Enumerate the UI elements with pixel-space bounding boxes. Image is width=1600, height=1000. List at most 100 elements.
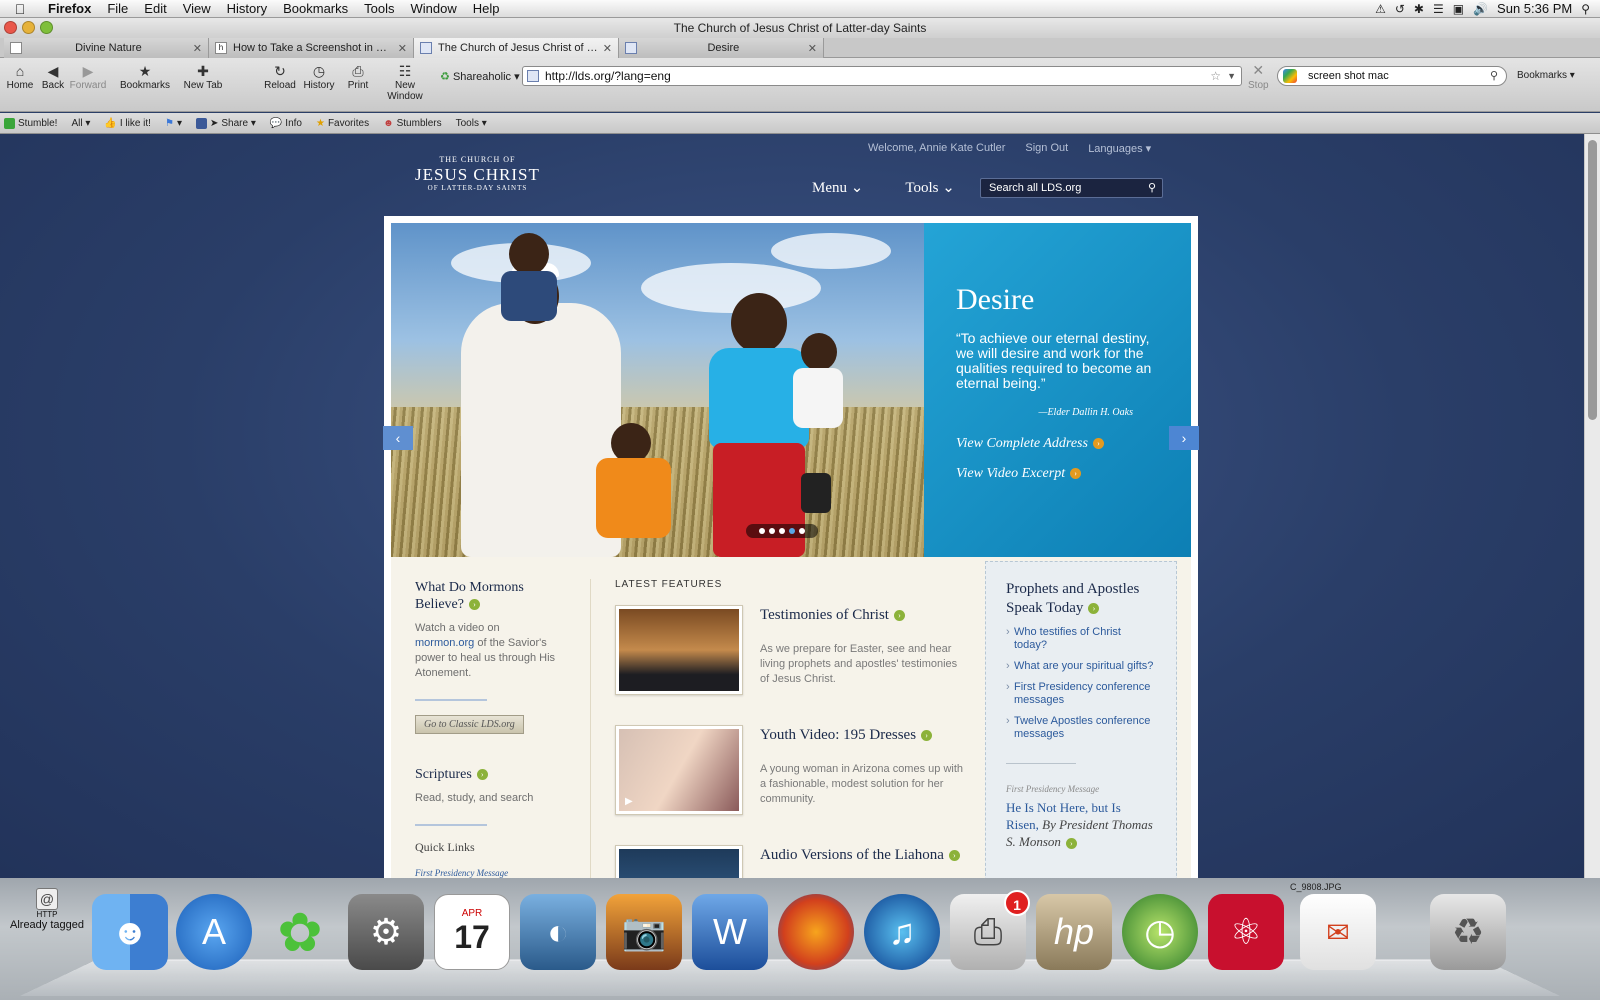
- quick-link-item[interactable]: First Presidency Message: [415, 868, 565, 878]
- tab-desire[interactable]: Desire ✕: [619, 38, 824, 58]
- app-store-icon[interactable]: A: [176, 894, 252, 970]
- sign-out-link[interactable]: Sign Out: [1025, 142, 1068, 155]
- time-machine-icon[interactable]: ◷: [1122, 894, 1198, 970]
- url-bar[interactable]: http://lds.org/?lang=eng ☆ ▼: [522, 66, 1242, 86]
- itunes-icon[interactable]: ♫: [864, 894, 940, 970]
- tab-screenshot-howto[interactable]: h How to Take a Screenshot in Ma... ✕: [209, 38, 414, 58]
- stop-button[interactable]: ✕ Stop: [1248, 62, 1269, 91]
- classic-lds-button[interactable]: Go to Classic LDS.org: [415, 715, 524, 734]
- printer-icon[interactable]: ⎙ 1: [950, 890, 1030, 970]
- menu-view[interactable]: View: [175, 1, 219, 16]
- menubar-clock[interactable]: Sun 5:36 PM: [1497, 1, 1572, 16]
- url-dropdown-icon[interactable]: ▼: [1227, 67, 1236, 85]
- feature-thumbnail[interactable]: ▶: [615, 725, 743, 815]
- carousel-dot[interactable]: [759, 528, 765, 534]
- prophets-apostles-link[interactable]: Prophets and Apostles Speak Today ›: [1006, 580, 1156, 618]
- adobe-reader-icon[interactable]: ⚛: [1208, 894, 1284, 970]
- carousel-dot[interactable]: [779, 528, 785, 534]
- bluetooth-icon[interactable]: ✱: [1414, 2, 1424, 16]
- wifi-icon[interactable]: ☰: [1433, 2, 1444, 16]
- carousel-dot-active[interactable]: [789, 528, 795, 534]
- menu-app-firefox[interactable]: Firefox: [40, 1, 99, 16]
- spotlight-search-icon[interactable]: ⚲: [1581, 2, 1590, 16]
- back-button[interactable]: ◀ Back: [40, 62, 66, 91]
- mormons-believe-link[interactable]: What Do Mormons Believe? ›: [415, 579, 565, 613]
- firefox-icon[interactable]: [778, 894, 854, 970]
- search-bar[interactable]: screen shot mac ⚲: [1277, 66, 1507, 86]
- alert-icon[interactable]: ⚠: [1375, 2, 1386, 16]
- reload-button[interactable]: ↻ Reload: [264, 62, 296, 91]
- window-minimize-button[interactable]: [22, 21, 35, 34]
- menu-tools[interactable]: Tools: [356, 1, 402, 16]
- play-icon[interactable]: ▶: [625, 796, 633, 807]
- documents-stack-icon[interactable]: ✉: [1300, 894, 1376, 970]
- search-icon[interactable]: ⚲: [1490, 67, 1498, 85]
- site-identity-icon[interactable]: [527, 70, 539, 82]
- carousel-next-button[interactable]: ›: [1169, 426, 1199, 450]
- carousel-dot[interactable]: [769, 528, 775, 534]
- google-search-engine-icon[interactable]: [1283, 69, 1297, 83]
- all-dropdown[interactable]: All ▾: [71, 118, 90, 129]
- tools-dropdown[interactable]: Tools ▾: [456, 118, 487, 129]
- carousel-prev-button[interactable]: ‹: [383, 426, 413, 450]
- menu-bookmarks[interactable]: Bookmarks: [275, 1, 356, 16]
- mormon-org-link[interactable]: mormon.org: [415, 637, 474, 649]
- microsoft-word-icon[interactable]: W: [692, 894, 768, 970]
- system-preferences-icon[interactable]: ⚙: [348, 894, 424, 970]
- menu-window[interactable]: Window: [403, 1, 465, 16]
- url-text[interactable]: http://lds.org/?lang=eng: [545, 69, 671, 83]
- tab-close-icon[interactable]: ✕: [603, 42, 612, 55]
- tab-lds-active[interactable]: The Church of Jesus Christ of L... ✕: [414, 38, 619, 58]
- message-title-link[interactable]: He Is Not Here, but Is Risen, By Preside…: [1006, 799, 1156, 850]
- apple-logo-icon[interactable]: : [0, 1, 40, 17]
- print-button[interactable]: ⎙ Print: [346, 62, 370, 91]
- sidebar-link[interactable]: Who testifies of Christ today?: [1006, 626, 1156, 652]
- bookmark-star-icon[interactable]: ☆: [1210, 67, 1221, 85]
- image-capture-icon[interactable]: 📷: [606, 894, 682, 970]
- view-complete-address-link[interactable]: View Complete Address ›: [956, 436, 1159, 452]
- family-photo[interactable]: [391, 223, 924, 557]
- carousel-dot[interactable]: [799, 528, 805, 534]
- display-icon[interactable]: ▣: [1453, 2, 1464, 16]
- favorites-button[interactable]: ★ Favorites: [316, 118, 369, 129]
- sidebar-link[interactable]: Twelve Apostles conference messages: [1006, 715, 1156, 741]
- search-icon[interactable]: ⚲: [1148, 179, 1156, 197]
- iphoto-icon[interactable]: ◐: [520, 894, 596, 970]
- menu-file[interactable]: File: [99, 1, 136, 16]
- hp-utility-icon[interactable]: hp: [1036, 894, 1112, 970]
- feature-thumbnail[interactable]: [615, 605, 743, 695]
- bookmarks-menu-button[interactable]: Bookmarks ▾: [1517, 70, 1575, 81]
- forward-button[interactable]: ▶ Forward: [68, 62, 108, 91]
- finder-icon[interactable]: ☻: [92, 894, 168, 970]
- volume-icon[interactable]: 🔊: [1473, 2, 1488, 16]
- scrollbar-thumb[interactable]: [1588, 140, 1597, 420]
- tag-dropdown[interactable]: ⚑ ▾: [165, 118, 182, 129]
- like-button[interactable]: 👍 I like it!: [104, 118, 151, 129]
- calendar-icon[interactable]: APR 17: [434, 894, 510, 970]
- lds-logo[interactable]: THE CHURCH OF JESUS CHRIST OF LATTER-DAY…: [415, 156, 540, 192]
- menu-edit[interactable]: Edit: [136, 1, 174, 16]
- trash-icon[interactable]: ♻: [1430, 894, 1506, 970]
- new-window-button[interactable]: ☷ New Window: [376, 62, 434, 102]
- time-machine-status-icon[interactable]: ↺: [1395, 2, 1405, 16]
- menu-help[interactable]: Help: [465, 1, 508, 16]
- tab-close-icon[interactable]: ✕: [193, 42, 202, 55]
- sidebar-link[interactable]: What are your spiritual gifts?: [1006, 660, 1156, 673]
- feature-title-link[interactable]: Testimonies of Christ ›: [760, 607, 980, 624]
- feature-thumbnail[interactable]: [615, 845, 743, 878]
- tab-close-icon[interactable]: ✕: [398, 42, 407, 55]
- info-button[interactable]: 💬 Info: [270, 118, 302, 129]
- home-button[interactable]: ⌂ Home: [4, 62, 36, 91]
- tab-divine-nature[interactable]: Divine Nature ✕: [4, 38, 209, 58]
- menu-history[interactable]: History: [219, 1, 275, 16]
- window-zoom-button[interactable]: [40, 21, 53, 34]
- window-close-button[interactable]: [4, 21, 17, 34]
- scriptures-link[interactable]: Scriptures ›: [415, 766, 565, 783]
- feature-title-link[interactable]: Youth Video: 195 Dresses ›: [760, 727, 980, 744]
- shareaholic-button[interactable]: ♻ Shareaholic ▾: [440, 70, 520, 83]
- history-button[interactable]: ◷ History: [301, 62, 337, 91]
- tab-close-icon[interactable]: ✕: [808, 42, 817, 55]
- languages-dropdown[interactable]: Languages ▾: [1088, 142, 1151, 155]
- already-tagged-item[interactable]: @ HTTP Already tagged: [4, 888, 90, 931]
- tools-dropdown[interactable]: Tools ⌄: [905, 178, 954, 197]
